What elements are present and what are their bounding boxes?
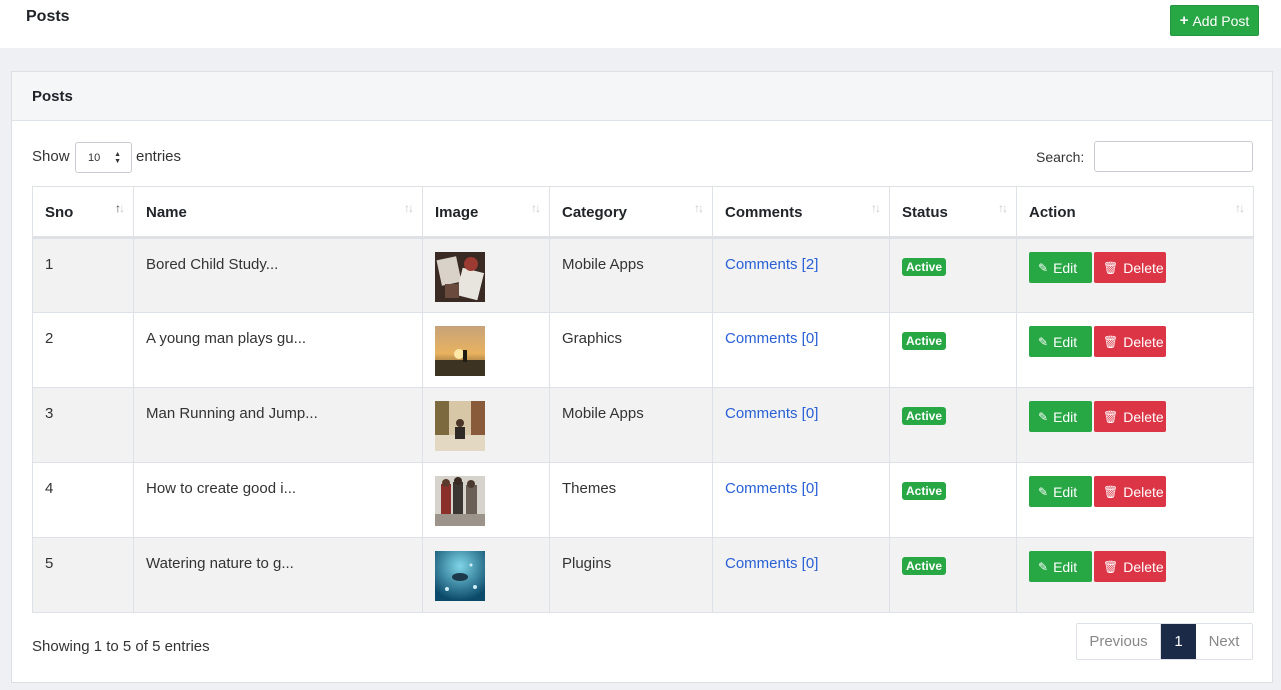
- category-cell: Mobile Apps: [549, 387, 713, 463]
- category-cell: Graphics: [549, 312, 713, 388]
- name-cell: A young man plays gu...: [133, 312, 423, 388]
- trash-icon: 🗑: [1103, 559, 1119, 574]
- delete-button[interactable]: 🗑 Delete: [1094, 476, 1166, 507]
- post-thumbnail: [435, 551, 485, 601]
- comments-link[interactable]: Comments [0]: [725, 555, 818, 572]
- table-info: Showing 1 to 5 of 5 entries: [32, 638, 210, 655]
- sno-cell: 3: [32, 387, 134, 463]
- category-cell: Mobile Apps: [549, 237, 713, 313]
- edit-button[interactable]: ✎ Edit: [1029, 401, 1092, 432]
- page-length-select[interactable]: 10 ▲ ▼: [75, 142, 132, 173]
- sno-cell: 4: [32, 462, 134, 538]
- show-label: Show: [32, 148, 70, 165]
- column-header-category[interactable]: Category ↑↓: [549, 186, 713, 239]
- delete-button[interactable]: 🗑 Delete: [1094, 252, 1166, 283]
- comments-link[interactable]: Comments [0]: [725, 480, 818, 497]
- comments-link[interactable]: Comments [0]: [725, 405, 818, 422]
- sort-icon: ↑↓: [871, 201, 881, 215]
- status-badge: Active: [902, 258, 947, 276]
- category-cell: Plugins: [549, 537, 713, 613]
- table-row: 3 Man Running and Jump... Mobile Apps Co…: [32, 387, 1254, 463]
- table-header-row: Sno ↑↓ Name ↑↓ Image ↑↓ Category ↑↓ Comments…: [32, 186, 1254, 239]
- card-header: Posts: [12, 72, 1272, 121]
- sort-icon: ↑↓: [998, 201, 1008, 215]
- sno-cell: 5: [32, 537, 134, 613]
- category-cell: Themes: [549, 462, 713, 538]
- posts-table: Sno ↑↓ Name ↑↓ Image ↑↓ Category ↑↓ Comments…: [32, 186, 1254, 613]
- page-length-value: 10: [88, 151, 101, 164]
- column-header-status[interactable]: Status ↑↓: [889, 186, 1017, 239]
- status-badge: Active: [902, 332, 947, 350]
- sort-icon: ↑↓: [404, 201, 414, 215]
- posts-card: Posts Show 10 ▲ ▼ entries Search: Sno ↑↓ N…: [11, 71, 1273, 683]
- search-input[interactable]: [1094, 141, 1253, 172]
- sno-cell: 1: [32, 237, 134, 313]
- edit-button[interactable]: ✎ Edit: [1029, 326, 1092, 357]
- add-post-button[interactable]: + Add Post: [1170, 5, 1259, 36]
- column-header-image[interactable]: Image ↑↓: [422, 186, 550, 239]
- column-header-sno[interactable]: Sno ↑↓: [32, 186, 134, 239]
- edit-icon: ✎: [1038, 484, 1049, 499]
- post-thumbnail: [435, 326, 485, 376]
- column-header-comments[interactable]: Comments ↑↓: [712, 186, 890, 239]
- delete-button[interactable]: 🗑 Delete: [1094, 401, 1166, 432]
- add-post-label: Add Post: [1192, 12, 1250, 29]
- edit-icon: ✎: [1038, 260, 1049, 275]
- plus-icon: +: [1179, 12, 1189, 29]
- pagination: Previous 1 Next: [1076, 623, 1253, 660]
- next-page-button[interactable]: Next: [1196, 624, 1252, 659]
- name-cell: Watering nature to g...: [133, 537, 423, 613]
- column-header-name[interactable]: Name ↑↓: [133, 186, 423, 239]
- edit-button[interactable]: ✎ Edit: [1029, 252, 1092, 283]
- select-arrows-icon: ▲ ▼: [114, 151, 121, 165]
- delete-button[interactable]: 🗑 Delete: [1094, 326, 1166, 357]
- edit-icon: ✎: [1038, 334, 1049, 349]
- comments-link[interactable]: Comments [0]: [725, 330, 818, 347]
- edit-icon: ✎: [1038, 559, 1049, 574]
- top-bar: Posts + Add Post: [0, 0, 1281, 48]
- post-thumbnail: [435, 476, 485, 526]
- post-thumbnail: [435, 252, 485, 302]
- status-badge: Active: [902, 407, 947, 425]
- card-title: Posts: [32, 88, 73, 105]
- page-1-button[interactable]: 1: [1161, 624, 1196, 659]
- previous-page-button[interactable]: Previous: [1077, 624, 1161, 659]
- post-thumbnail: [435, 401, 485, 451]
- page-title: Posts: [26, 8, 70, 25]
- edit-button[interactable]: ✎ Edit: [1029, 476, 1092, 507]
- column-header-action[interactable]: Action ↑↓: [1016, 186, 1254, 239]
- trash-icon: 🗑: [1103, 334, 1119, 349]
- table-row: 5 Watering nature to g... Plugins Commen…: [32, 537, 1254, 613]
- table-row: 2 A young man plays gu... Graphics Comme…: [32, 312, 1254, 388]
- sort-icon: ↑↓: [694, 201, 704, 215]
- table-row: 4 How to create good i... Themes Comment…: [32, 462, 1254, 538]
- sort-icon: ↑↓: [531, 201, 541, 215]
- edit-button[interactable]: ✎ Edit: [1029, 551, 1092, 582]
- status-badge: Active: [902, 557, 947, 575]
- sno-cell: 2: [32, 312, 134, 388]
- table-row: 1 Bored Child Study... Mobile Apps Comme…: [32, 237, 1254, 313]
- entries-label: entries: [136, 148, 182, 165]
- edit-icon: ✎: [1038, 409, 1049, 424]
- trash-icon: 🗑: [1103, 409, 1119, 424]
- status-badge: Active: [902, 482, 947, 500]
- name-cell: How to create good i...: [133, 462, 423, 538]
- sort-icon: ↑↓: [1235, 201, 1245, 215]
- trash-icon: 🗑: [1103, 484, 1119, 499]
- search-label: Search:: [1036, 149, 1085, 165]
- trash-icon: 🗑: [1103, 260, 1119, 275]
- name-cell: Man Running and Jump...: [133, 387, 423, 463]
- name-cell: Bored Child Study...: [133, 237, 423, 313]
- sort-icon: ↑↓: [115, 201, 125, 215]
- delete-button[interactable]: 🗑 Delete: [1094, 551, 1166, 582]
- comments-link[interactable]: Comments [2]: [725, 256, 818, 273]
